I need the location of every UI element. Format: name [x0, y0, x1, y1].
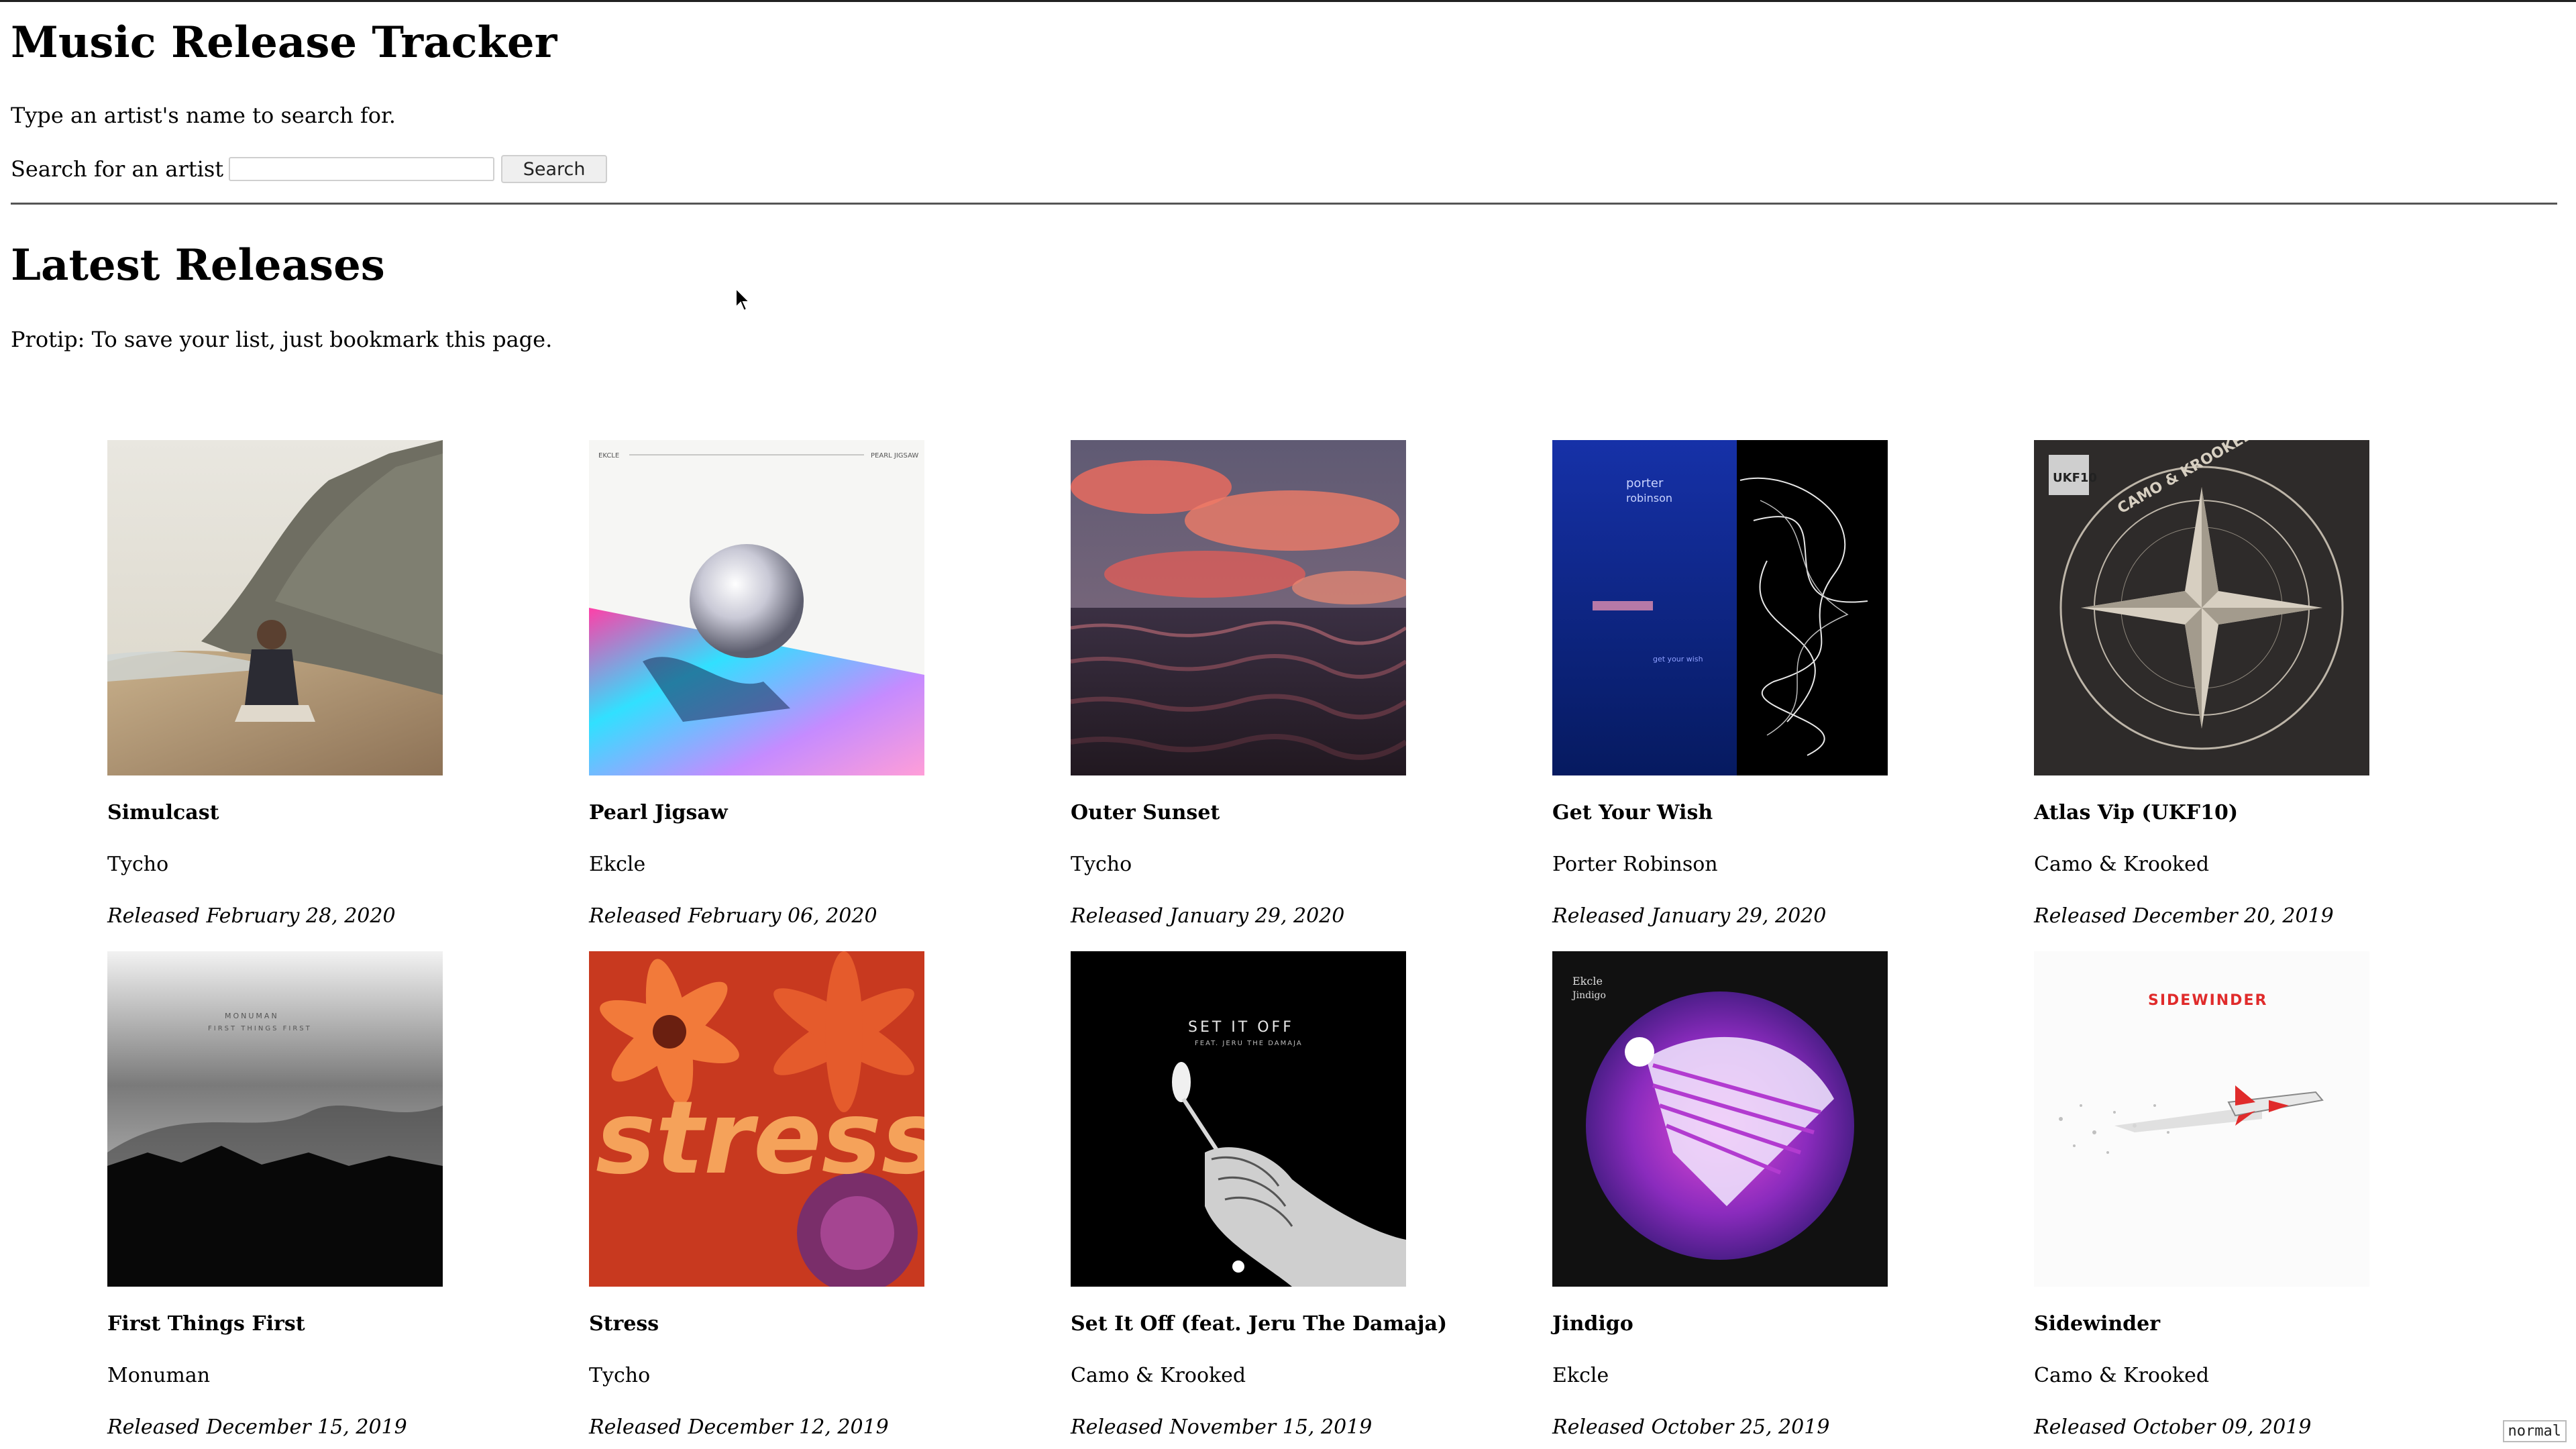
- art-text: FIRST THINGS FIRST: [208, 1025, 312, 1032]
- release-artist: Camo & Krooked: [1071, 1364, 1246, 1387]
- art-text: porter: [1626, 476, 1664, 490]
- art-text: EKCLE: [598, 452, 619, 460]
- releases-heading: Latest Releases: [11, 240, 385, 290]
- release-date: Released January 29, 2020: [1552, 904, 1827, 928]
- release-title[interactable]: Jindigo: [1552, 1312, 1633, 1336]
- release-date: Released January 29, 2020: [1071, 904, 1345, 928]
- release-title[interactable]: Get Your Wish: [1552, 801, 1713, 824]
- release-date: Released February 06, 2020: [589, 904, 877, 928]
- artist-search-form: Search for an artist Search: [11, 154, 608, 184]
- release-card[interactable]: CAMO & KROOKED · ATLAS VIP · UKF10 Atlas…: [2034, 440, 2383, 928]
- release-date: Released November 15, 2019: [1071, 1415, 1373, 1439]
- release-artist: Ekcle: [589, 853, 646, 876]
- pearl-sphere-art-icon[interactable]: EKCLE PEARL JIGSAW: [589, 440, 924, 775]
- page-title: Music Release Tracker: [11, 17, 557, 68]
- flower-stress-art-icon[interactable]: stress: [589, 951, 924, 1287]
- section-divider: [11, 203, 2557, 205]
- release-title[interactable]: Pearl Jigsaw: [589, 801, 728, 824]
- release-card[interactable]: porter robinson get your wish Get Your W…: [1552, 440, 1901, 928]
- mouse-cursor-icon: [735, 287, 751, 312]
- beach-boy-art-icon[interactable]: [107, 440, 443, 775]
- mode-indicator: normal: [2502, 1420, 2567, 1442]
- release-artist: Tycho: [589, 1364, 651, 1387]
- art-text: Ekcle: [1572, 975, 1603, 987]
- release-artist: Ekcle: [1552, 1364, 1609, 1387]
- scribble-night-art-icon[interactable]: porter robinson get your wish: [1552, 440, 1888, 775]
- release-card[interactable]: SIDEWINDER Sidewinder Camo & Krooked Rel…: [2034, 951, 2383, 1439]
- release-card[interactable]: SET IT OFF FEAT. JERU THE DAMAJA Set It …: [1071, 951, 1447, 1439]
- release-date: Released February 28, 2020: [107, 904, 396, 928]
- release-date: Released December 20, 2019: [2034, 904, 2334, 928]
- art-text: get your wish: [1653, 655, 1703, 663]
- search-hint: Type an artist's name to search for.: [11, 103, 396, 128]
- artist-search-input[interactable]: [229, 157, 495, 181]
- release-title[interactable]: Stress: [589, 1312, 659, 1336]
- release-title[interactable]: Simulcast: [107, 801, 219, 824]
- search-label: Search for an artist: [11, 156, 224, 182]
- release-card[interactable]: EKCLE PEARL JIGSAW Pearl Jigsaw Ekcle Re…: [589, 440, 938, 928]
- release-title[interactable]: First Things First: [107, 1312, 305, 1336]
- compass-rose-art-icon[interactable]: CAMO & KROOKED · ATLAS VIP · UKF10: [2034, 440, 2369, 775]
- page: Music Release Tracker Type an artist's n…: [11, 0, 2560, 1449]
- art-text: MONUMAN: [225, 1012, 279, 1020]
- misty-mountain-art-icon[interactable]: MONUMAN FIRST THINGS FIRST: [107, 951, 443, 1287]
- release-card[interactable]: MONUMAN FIRST THINGS FIRST First Things …: [107, 951, 456, 1439]
- protip-text: Protip: To save your list, just bookmark…: [11, 327, 553, 352]
- art-text: PEARL JIGSAW: [871, 452, 918, 460]
- art-text: robinson: [1626, 492, 1672, 504]
- release-artist: Camo & Krooked: [2034, 853, 2210, 876]
- release-title[interactable]: Atlas Vip (UKF10): [2034, 801, 2238, 824]
- release-artist: Tycho: [107, 853, 169, 876]
- release-title[interactable]: Sidewinder: [2034, 1312, 2160, 1336]
- art-text: Jindigo: [1571, 990, 1606, 1001]
- art-text: stress: [596, 1080, 924, 1197]
- release-card[interactable]: Simulcast Tycho Released February 28, 20…: [107, 440, 456, 928]
- purple-circle-art-icon[interactable]: Ekcle Jindigo: [1552, 951, 1888, 1287]
- match-hand-art-icon[interactable]: SET IT OFF FEAT. JERU THE DAMAJA: [1071, 951, 1406, 1287]
- release-card[interactable]: stress Stress Tycho Released December 12…: [589, 951, 938, 1439]
- sunset-ocean-art-icon[interactable]: [1071, 440, 1406, 775]
- release-title[interactable]: Set It Off (feat. Jeru The Damaja): [1071, 1312, 1447, 1336]
- release-date: Released December 12, 2019: [589, 1415, 889, 1439]
- rocket-art-icon[interactable]: SIDEWINDER: [2034, 951, 2369, 1287]
- release-artist: Monuman: [107, 1364, 211, 1387]
- release-artist: Tycho: [1071, 853, 1132, 876]
- art-text: SIDEWINDER: [2148, 992, 2267, 1009]
- release-date: Released October 25, 2019: [1552, 1415, 1830, 1439]
- release-date: Released December 15, 2019: [107, 1415, 407, 1439]
- art-text: UKF10: [2053, 471, 2097, 485]
- release-date: Released October 09, 2019: [2034, 1415, 2312, 1439]
- search-button[interactable]: Search: [501, 155, 608, 183]
- release-artist: Camo & Krooked: [2034, 1364, 2210, 1387]
- release-card[interactable]: Ekcle Jindigo Jindigo Ekcle Released Oct…: [1552, 951, 1901, 1439]
- release-artist: Porter Robinson: [1552, 853, 1718, 876]
- art-text: FEAT. JERU THE DAMAJA: [1195, 1040, 1303, 1047]
- release-card[interactable]: Outer Sunset Tycho Released January 29, …: [1071, 440, 1419, 928]
- release-title[interactable]: Outer Sunset: [1071, 801, 1220, 824]
- art-text: SET IT OFF: [1188, 1019, 1294, 1036]
